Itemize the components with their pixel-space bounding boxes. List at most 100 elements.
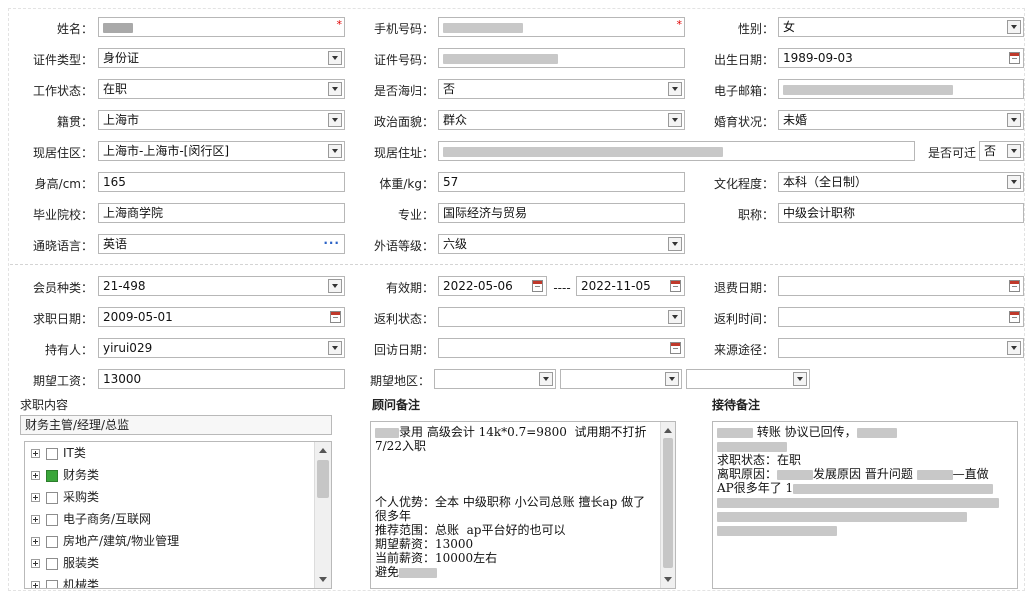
current-address-input[interactable]	[438, 141, 915, 161]
checkbox-icon[interactable]	[46, 579, 58, 588]
region-province-select[interactable]	[434, 369, 556, 389]
id-type-select[interactable]: 身份证	[98, 48, 345, 68]
email-input[interactable]	[778, 79, 1024, 99]
education-select[interactable]: 本科（全日制）	[778, 172, 1024, 192]
region-district-select[interactable]	[686, 369, 810, 389]
dropdown-arrow-icon[interactable]	[793, 372, 807, 386]
tree-item-purchasing[interactable]: 采购类	[31, 487, 99, 507]
note-line: 很多年	[375, 509, 412, 523]
school-input[interactable]: 上海商学院	[98, 203, 345, 223]
tree-item-ecommerce[interactable]: 电子商务/互联网	[31, 509, 151, 529]
job-content-selected[interactable]: 财务主管/经理/总监	[20, 415, 332, 435]
expand-icon[interactable]	[31, 581, 40, 588]
scroll-down-icon[interactable]	[664, 577, 672, 582]
calendar-icon[interactable]	[1009, 52, 1020, 64]
checkbox-icon[interactable]	[46, 557, 58, 570]
current-area-select[interactable]: 上海市-上海市-[闵行区]	[98, 141, 345, 161]
birth-date-input[interactable]: 1989-09-03	[778, 48, 1024, 68]
tree-item-it[interactable]: IT类	[31, 443, 86, 463]
phone-input[interactable]: *	[438, 17, 685, 37]
dropdown-arrow-icon[interactable]	[328, 341, 342, 355]
relocate-select[interactable]: 否	[979, 141, 1024, 161]
dropdown-arrow-icon[interactable]	[1007, 113, 1021, 127]
dropdown-arrow-icon[interactable]	[668, 310, 682, 324]
expand-icon[interactable]	[31, 471, 40, 480]
region-city-select[interactable]	[560, 369, 682, 389]
calendar-icon[interactable]	[1009, 311, 1020, 323]
work-status-select[interactable]: 在职	[98, 79, 345, 99]
salary-input[interactable]: 13000	[98, 369, 345, 389]
reception-notes-textarea[interactable]: 转账 协议已回传， 求职状态：在职 离职原因： 发展原因 晋升问题 —直做 AP很…	[712, 421, 1018, 589]
dropdown-arrow-icon[interactable]	[668, 237, 682, 251]
calendar-icon[interactable]	[670, 342, 681, 354]
title-input[interactable]: 中级会计职称	[778, 203, 1024, 223]
dropdown-arrow-icon[interactable]	[328, 113, 342, 127]
dropdown-arrow-icon[interactable]	[328, 279, 342, 293]
calendar-icon[interactable]	[330, 311, 341, 323]
rebate-status-select[interactable]	[438, 307, 685, 327]
dropdown-arrow-icon[interactable]	[1007, 175, 1021, 189]
returnee-select[interactable]: 否	[438, 79, 685, 99]
language-input[interactable]: 英语 ···	[98, 234, 345, 254]
expand-icon[interactable]	[31, 515, 40, 524]
job-date-input[interactable]: 2009-05-01	[98, 307, 345, 327]
source-select[interactable]	[778, 338, 1024, 358]
scroll-up-icon[interactable]	[664, 428, 672, 433]
calendar-icon[interactable]	[670, 280, 681, 292]
checkbox-icon[interactable]	[46, 491, 58, 504]
weight-input[interactable]: 57	[438, 172, 685, 192]
checkbox-icon[interactable]	[46, 447, 58, 460]
row-native: 籍贯： 上海市 政治面貌： 群众 婚育状况： 未婚	[0, 110, 1033, 134]
tree-item-finance[interactable]: 财务类	[31, 465, 99, 485]
tree-item-apparel[interactable]: 服装类	[31, 553, 99, 573]
valid-start-input[interactable]: 2022-05-06	[438, 276, 547, 296]
consultant-notes-scrollbar[interactable]	[660, 422, 675, 588]
calendar-icon[interactable]	[1009, 280, 1020, 292]
calendar-icon[interactable]	[532, 280, 543, 292]
holder-select[interactable]: yirui029	[98, 338, 345, 358]
id-number-input[interactable]	[438, 48, 685, 68]
gender-select[interactable]: 女	[778, 17, 1024, 37]
scroll-down-icon[interactable]	[319, 577, 327, 582]
marital-select[interactable]: 未婚	[778, 110, 1024, 130]
checkbox-icon[interactable]	[46, 535, 58, 548]
checkbox-icon[interactable]	[46, 513, 58, 526]
dropdown-arrow-icon[interactable]	[668, 82, 682, 96]
dropdown-arrow-icon[interactable]	[328, 144, 342, 158]
consultant-notes-textarea[interactable]: 录用 高级会计 14k*0.7=9800 试用期不打折 7/22入职 个人优势：…	[370, 421, 676, 589]
dropdown-arrow-icon[interactable]	[668, 113, 682, 127]
dropdown-arrow-icon[interactable]	[1007, 341, 1021, 355]
expand-icon[interactable]	[31, 537, 40, 546]
tree-scrollbar[interactable]	[314, 442, 331, 588]
dropdown-arrow-icon[interactable]	[328, 82, 342, 96]
expand-icon[interactable]	[31, 559, 40, 568]
valid-end-input[interactable]: 2022-11-05	[576, 276, 685, 296]
rebate-time-input[interactable]	[778, 307, 1024, 327]
dropdown-arrow-icon[interactable]	[1007, 20, 1021, 34]
major-input[interactable]: 国际经济与贸易	[438, 203, 685, 223]
expand-icon[interactable]	[31, 493, 40, 502]
expand-icon[interactable]	[31, 449, 40, 458]
job-category-tree[interactable]: IT类 财务类 采购类 电子商务/互联网 房地产/建筑/物业管理 服装类 机械类	[24, 441, 332, 589]
foreign-level-select[interactable]: 六级	[438, 234, 685, 254]
tree-item-machinery[interactable]: 机械类	[31, 575, 99, 588]
tree-item-real-estate[interactable]: 房地产/建筑/物业管理	[31, 531, 179, 551]
scroll-thumb[interactable]	[317, 460, 329, 498]
scroll-thumb[interactable]	[663, 438, 673, 568]
member-type-select[interactable]: 21-498	[98, 276, 345, 296]
dropdown-arrow-icon[interactable]	[665, 372, 679, 386]
height-input[interactable]: 165	[98, 172, 345, 192]
dropdown-arrow-icon[interactable]	[1007, 144, 1021, 158]
job-date-value: 2009-05-01	[103, 310, 173, 324]
more-options-icon[interactable]: ···	[323, 235, 340, 252]
refund-date-input[interactable]	[778, 276, 1024, 296]
visit-date-input[interactable]	[438, 338, 685, 358]
dropdown-arrow-icon[interactable]	[539, 372, 553, 386]
scroll-up-icon[interactable]	[319, 448, 327, 453]
name-input[interactable]: *	[98, 17, 345, 37]
political-select[interactable]: 群众	[438, 110, 685, 130]
relocate-label: 是否可迁	[927, 146, 976, 160]
checkbox-icon[interactable]	[46, 469, 58, 482]
native-place-select[interactable]: 上海市	[98, 110, 345, 130]
dropdown-arrow-icon[interactable]	[328, 51, 342, 65]
